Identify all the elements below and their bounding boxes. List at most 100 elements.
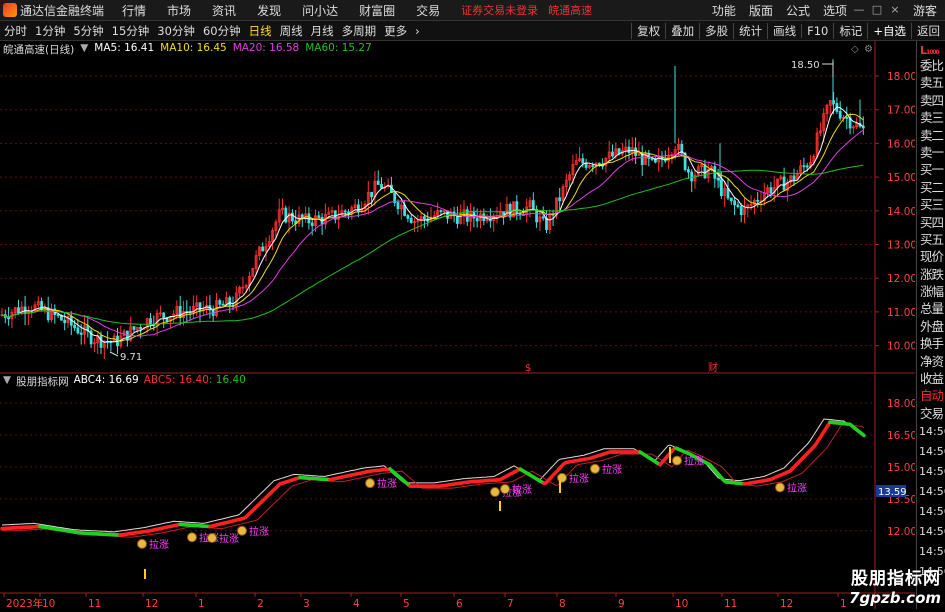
side-time: 14:56 <box>917 482 945 502</box>
date-tick-label: 6 <box>456 598 463 609</box>
fuquan-button[interactable]: 复权 <box>631 23 665 39</box>
dividend-marker[interactable]: $ <box>525 363 531 374</box>
finance-marker[interactable]: 财 <box>708 361 718 374</box>
tab-1min[interactable]: 1分钟 <box>35 23 65 39</box>
date-tick-label: 10 <box>42 598 55 609</box>
chart-area[interactable]: 拉涨拉涨拉涨拉涨拉涨拉涨拉涨拉涨拉涨拉涨拉涨 18.0017.0016.0015… <box>0 41 915 609</box>
date-tick-label: 2023年 <box>6 597 43 609</box>
side-item[interactable]: 卖四 <box>917 92 945 109</box>
side-item[interactable]: 买五 <box>917 231 945 248</box>
side-item[interactable]: 买二 <box>917 179 945 196</box>
sub-grid <box>0 403 875 531</box>
tab-fenshi[interactable]: 分时 <box>4 23 27 39</box>
tab-monthly[interactable]: 月线 <box>311 23 334 39</box>
multi-stock-button[interactable]: 多股 <box>699 23 733 39</box>
stats-button[interactable]: 统计 <box>733 23 767 39</box>
date-tick-label: 5 <box>403 598 410 609</box>
draw-line-button[interactable]: 画线 <box>767 23 801 39</box>
signal-label: 拉涨 <box>787 481 807 494</box>
price-tick-label: 14.00 <box>887 206 915 218</box>
tab-30min[interactable]: 30分钟 <box>157 23 195 39</box>
candle-body <box>318 216 320 218</box>
minimize-icon[interactable]: — <box>853 4 865 16</box>
menu-banmian[interactable]: 版面 <box>749 2 773 19</box>
title-bar: 通达信金融终端 行情 市场 资讯 发现 问小达 财富圈 交易 证券交易未登录 皖… <box>0 0 945 21</box>
tab-60min[interactable]: 60分钟 <box>203 23 241 39</box>
candle-body <box>163 313 165 318</box>
candle-body <box>635 148 637 156</box>
close-icon[interactable]: × <box>889 4 901 16</box>
side-item[interactable]: 涨跌 <box>917 266 945 283</box>
side-item[interactable]: 外盘 <box>917 318 945 335</box>
side-item[interactable]: 换手 <box>917 335 945 352</box>
side-item[interactable]: 净资 <box>917 353 945 370</box>
candle-body <box>536 209 538 222</box>
candle-body <box>532 201 534 210</box>
mark-button[interactable]: 标记 <box>833 23 867 39</box>
price-tick-label: 13.00 <box>887 240 915 252</box>
date-tick-label: 8 <box>559 598 566 609</box>
settings-icon[interactable]: ⚙ <box>864 44 873 55</box>
tab-weekly[interactable]: 周线 <box>280 23 303 39</box>
side-item[interactable]: 收益 <box>917 370 945 387</box>
money-bag-icon <box>208 534 217 543</box>
legend-toggle-icon[interactable]: ▼ <box>80 42 88 57</box>
maximize-icon[interactable]: □ <box>871 4 883 16</box>
tab-5min[interactable]: 5分钟 <box>73 23 103 39</box>
menu-gongshi[interactable]: 公式 <box>786 2 810 19</box>
side-item[interactable]: 委比 <box>917 57 945 74</box>
candle-body <box>74 325 76 328</box>
guest-user[interactable]: 游客 <box>913 2 937 19</box>
chevron-right-icon[interactable]: › <box>415 24 420 38</box>
side-item[interactable]: 卖三 <box>917 109 945 126</box>
back-button[interactable]: 返回 <box>911 23 945 39</box>
diamond-icon[interactable]: ◇ <box>851 44 859 55</box>
tab-15min[interactable]: 15分钟 <box>112 23 150 39</box>
menu-caifuquan[interactable]: 财富圈 <box>359 2 395 19</box>
sub-legend-toggle-icon[interactable]: ▼ <box>3 374 11 389</box>
price-tick-label: 11.00 <box>887 307 915 319</box>
menu-jiaoyi[interactable]: 交易 <box>416 2 440 19</box>
tab-multi-period[interactable]: 多周期 <box>342 23 377 39</box>
candle-body <box>18 308 20 313</box>
side-item[interactable]: 卖二 <box>917 127 945 144</box>
candle-body <box>542 217 544 218</box>
candle-body <box>140 327 142 329</box>
candle-body <box>57 315 59 316</box>
overlay-button[interactable]: 叠加 <box>665 23 699 39</box>
candle-body <box>559 198 561 201</box>
menu-zixun[interactable]: 资讯 <box>212 2 236 19</box>
price-tick-label: 17.00 <box>887 105 915 117</box>
tab-more[interactable]: 更多 <box>384 23 407 39</box>
date-tick-label: 12 <box>780 598 793 609</box>
add-watchlist-button[interactable]: +自选 <box>867 23 911 39</box>
side-trade[interactable]: 交易 <box>917 405 945 422</box>
date-axis: 2023年1011121234567891011121 <box>4 593 847 609</box>
menu-hangqing[interactable]: 行情 <box>122 2 146 19</box>
side-item[interactable]: 现价 <box>917 248 945 265</box>
menu-gongneng[interactable]: 功能 <box>712 2 736 19</box>
side-auto[interactable]: 自动 <box>917 387 945 404</box>
candle-body <box>229 298 231 306</box>
side-item[interactable]: 总量 <box>917 300 945 317</box>
tab-daily[interactable]: 日线 <box>249 23 272 39</box>
candle-body <box>80 333 82 334</box>
side-item[interactable]: 卖一 <box>917 144 945 161</box>
signal-label: 拉涨 <box>569 472 589 485</box>
f10-button[interactable]: F10 <box>801 24 833 38</box>
candle-body <box>839 111 841 118</box>
login-notice[interactable]: 证券交易未登录 <box>461 2 538 18</box>
side-item[interactable]: 买四 <box>917 214 945 231</box>
side-item[interactable]: 涨幅 <box>917 283 945 300</box>
menu-wenxiaoda[interactable]: 问小达 <box>302 2 338 19</box>
menu-faxian[interactable]: 发现 <box>257 2 281 19</box>
menu-shichang[interactable]: 市场 <box>167 2 191 19</box>
menu-xuanxiang[interactable]: 选项 <box>823 2 847 19</box>
kline-chart[interactable]: 拉涨拉涨拉涨拉涨拉涨拉涨拉涨拉涨拉涨拉涨拉涨 18.0017.0016.0015… <box>0 41 915 609</box>
date-tick-label: 7 <box>507 598 514 609</box>
side-item[interactable]: 买三 <box>917 196 945 213</box>
candle-body <box>381 184 383 188</box>
side-item[interactable]: 卖五 <box>917 74 945 91</box>
candle-body <box>397 203 399 209</box>
side-item[interactable]: 买一 <box>917 161 945 178</box>
